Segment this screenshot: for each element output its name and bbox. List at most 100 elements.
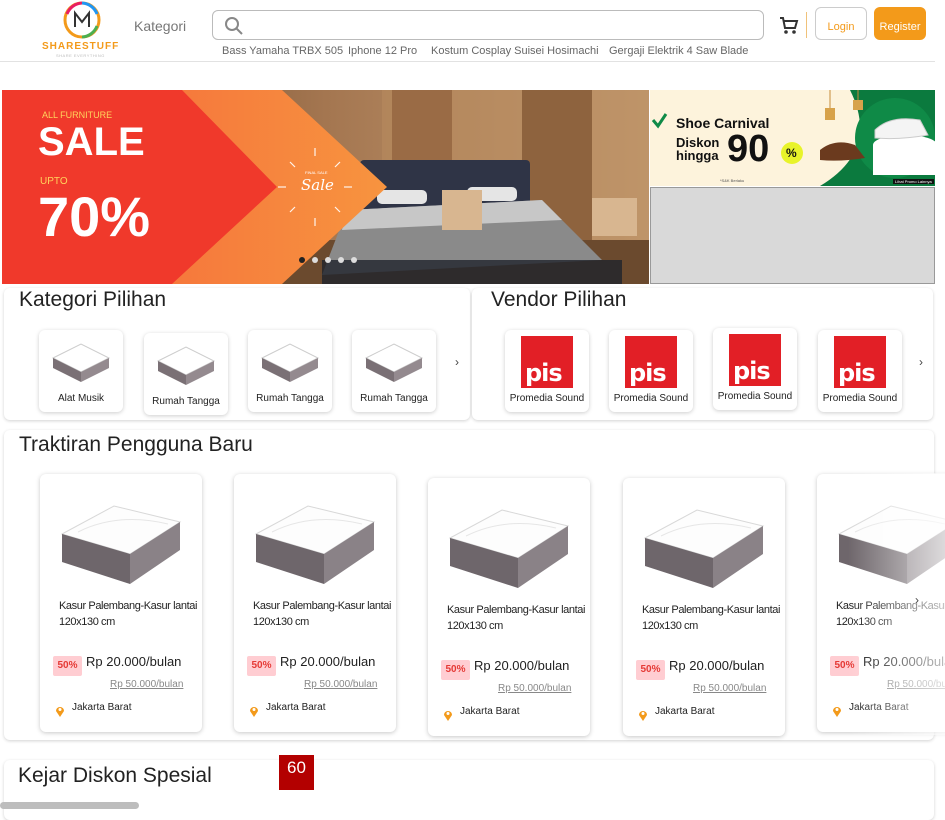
- discount-badge: 50%: [247, 656, 276, 676]
- category-card[interactable]: Rumah Tangga: [248, 330, 332, 412]
- product-name[interactable]: Kasur Palembang-Kasur lantai 120x130 cm: [59, 598, 199, 630]
- category-label: Rumah Tangga: [256, 393, 324, 404]
- search-input[interactable]: [212, 10, 764, 40]
- banner-stamp: Sale: [301, 176, 334, 194]
- quick-search-link[interactable]: Kostum Cosplay Suisei Hosimachi: [431, 45, 599, 57]
- vendor-label: Promedia Sound: [717, 391, 793, 402]
- product-image: [254, 505, 376, 584]
- horizontal-scrollbar[interactable]: [0, 802, 139, 809]
- promo-footnote: *S&K Berlaku: [720, 178, 745, 183]
- hero-banner[interactable]: ALL FURNITURE SALE UPTO 70% FINAL SALE S…: [2, 90, 649, 284]
- product-image: [448, 509, 570, 588]
- discount-badge: 50%: [53, 656, 82, 676]
- quick-search-link[interactable]: Gergaji Elektrik 4 Saw Blade: [609, 45, 748, 57]
- carousel-dots: [299, 250, 357, 268]
- banner-tag: ALL FURNITURE: [42, 110, 113, 120]
- product-price: Rp 20.000/bulan: [474, 658, 570, 673]
- vendor-logo-text: pis: [733, 357, 771, 385]
- location-pin-icon: [444, 711, 452, 721]
- banner-percent: 70%: [38, 185, 151, 248]
- category-card[interactable]: Rumah Tangga: [144, 333, 228, 415]
- register-button[interactable]: Register: [874, 7, 926, 40]
- vendor-logo: pis: [625, 336, 677, 388]
- promo-banner[interactable]: Shoe Carnival Diskon hingga 90 % *S&K Be…: [650, 90, 935, 186]
- product-location: Jakarta Barat: [72, 702, 132, 713]
- promo-discount-label: Diskon hingga: [676, 136, 719, 162]
- search-icon[interactable]: [224, 16, 244, 36]
- promo-placeholder: [650, 187, 935, 284]
- logo-icon[interactable]: [60, 0, 104, 40]
- header-divider: [806, 12, 807, 38]
- vendor-logo: pis: [521, 336, 573, 388]
- vendor-card[interactable]: pis Promedia Sound: [505, 330, 589, 412]
- product-name[interactable]: Kasur Palembang-Kasur lantai 120x130 cm: [447, 602, 587, 634]
- product-image: [60, 505, 182, 584]
- header-divider-line: [0, 61, 935, 62]
- carousel-dot[interactable]: [312, 257, 318, 263]
- promo-discount-label-2: hingga: [676, 148, 719, 163]
- chevron-right-icon[interactable]: ›: [455, 355, 459, 369]
- location-pin-icon: [639, 711, 647, 721]
- banner-headline: SALE: [38, 120, 145, 164]
- vendor-logo: pis: [729, 334, 781, 386]
- carousel-dot-active[interactable]: [299, 257, 305, 263]
- promo-discount-value: 90: [727, 128, 770, 170]
- carousel-dot[interactable]: [325, 257, 331, 263]
- product-location: Jakarta Barat: [655, 706, 715, 717]
- product-card[interactable]: Kasur Palembang-Kasur lantai 120x130 cm 5…: [623, 478, 785, 736]
- kategori-title: Kategori Pilihan: [19, 288, 167, 311]
- product-old-price: Rp 50.000/bulan: [304, 679, 378, 690]
- logo-subtext: SHARE EVERYTHING: [56, 53, 105, 58]
- product-price: Rp 20.000/bulan: [280, 654, 376, 669]
- location-pin-icon: [250, 707, 258, 717]
- logo-text: SHARESTUFF: [42, 41, 120, 52]
- product-card[interactable]: Kasur Palembang-Kasur lantai 120x130 cm 5…: [428, 478, 590, 736]
- product-price: Rp 20.000/bulan: [669, 658, 765, 673]
- kejar-title: Kejar Diskon Spesial: [18, 764, 212, 787]
- location-pin-icon: [56, 707, 64, 717]
- vendor-label: Promedia Sound: [822, 393, 898, 404]
- category-label: Alat Musik: [57, 393, 105, 404]
- carousel-dot[interactable]: [338, 257, 344, 263]
- category-label: Rumah Tangga: [360, 393, 428, 404]
- product-location: Jakarta Barat: [266, 702, 326, 713]
- vendor-card[interactable]: pis Promedia Sound: [713, 328, 797, 410]
- quick-search-link[interactable]: Bass Yamaha TRBX 505: [222, 45, 343, 57]
- chevron-right-icon[interactable]: ›: [919, 355, 923, 369]
- vendor-card[interactable]: pis Promedia Sound: [818, 330, 902, 412]
- vendor-logo-text: pis: [838, 359, 876, 387]
- product-card[interactable]: Kasur Palembang-Kasur lantai 120x130 cm 5…: [40, 474, 202, 732]
- discount-badge: 50%: [441, 660, 470, 680]
- category-card[interactable]: Alat Musik: [39, 330, 123, 412]
- discount-badge: 50%: [636, 660, 665, 680]
- kategori-menu[interactable]: Kategori: [134, 18, 186, 34]
- promo-cta[interactable]: Lihat Promo Lainnya: [893, 179, 934, 184]
- vendor-label: Promedia Sound: [509, 393, 585, 404]
- location-pin-icon: [833, 707, 841, 717]
- product-card[interactable]: Kasur Palembang-Kasur lantai 120x130 cm 5…: [234, 474, 396, 732]
- quick-search-link[interactable]: Iphone 12 Pro: [348, 45, 417, 57]
- promo-percent: %: [786, 146, 797, 160]
- product-name[interactable]: Kasur Palembang-Kasur lantai 120x130 cm: [253, 598, 393, 630]
- vendor-logo-text: pis: [629, 359, 667, 387]
- product-old-price: Rp 50.000/bulan: [498, 683, 572, 694]
- vendor-title: Vendor Pilihan: [491, 288, 627, 311]
- carousel-dot[interactable]: [351, 257, 357, 263]
- login-button[interactable]: Login: [815, 7, 867, 40]
- vendor-card[interactable]: pis Promedia Sound: [609, 330, 693, 412]
- category-card[interactable]: Rumah Tangga: [352, 330, 436, 412]
- cart-icon[interactable]: [779, 16, 799, 36]
- vendor-logo-text: pis: [525, 359, 563, 387]
- overlay-badge: 60: [279, 755, 314, 790]
- product-old-price: Rp 50.000/bulan: [110, 679, 184, 690]
- chevron-right-icon[interactable]: ›: [915, 593, 919, 607]
- banner-stamp-small: FINAL SALE: [305, 170, 328, 175]
- category-label: Rumah Tangga: [152, 396, 220, 407]
- vendor-label: Promedia Sound: [613, 393, 689, 404]
- vendor-logo: pis: [834, 336, 886, 388]
- carousel-fade: [848, 473, 945, 735]
- product-image: [643, 509, 765, 588]
- product-name[interactable]: Kasur Palembang-Kasur lantai 120x130 cm: [642, 602, 782, 634]
- product-old-price: Rp 50.000/bulan: [693, 683, 767, 694]
- traktiran-title: Traktiran Pengguna Baru: [19, 433, 253, 456]
